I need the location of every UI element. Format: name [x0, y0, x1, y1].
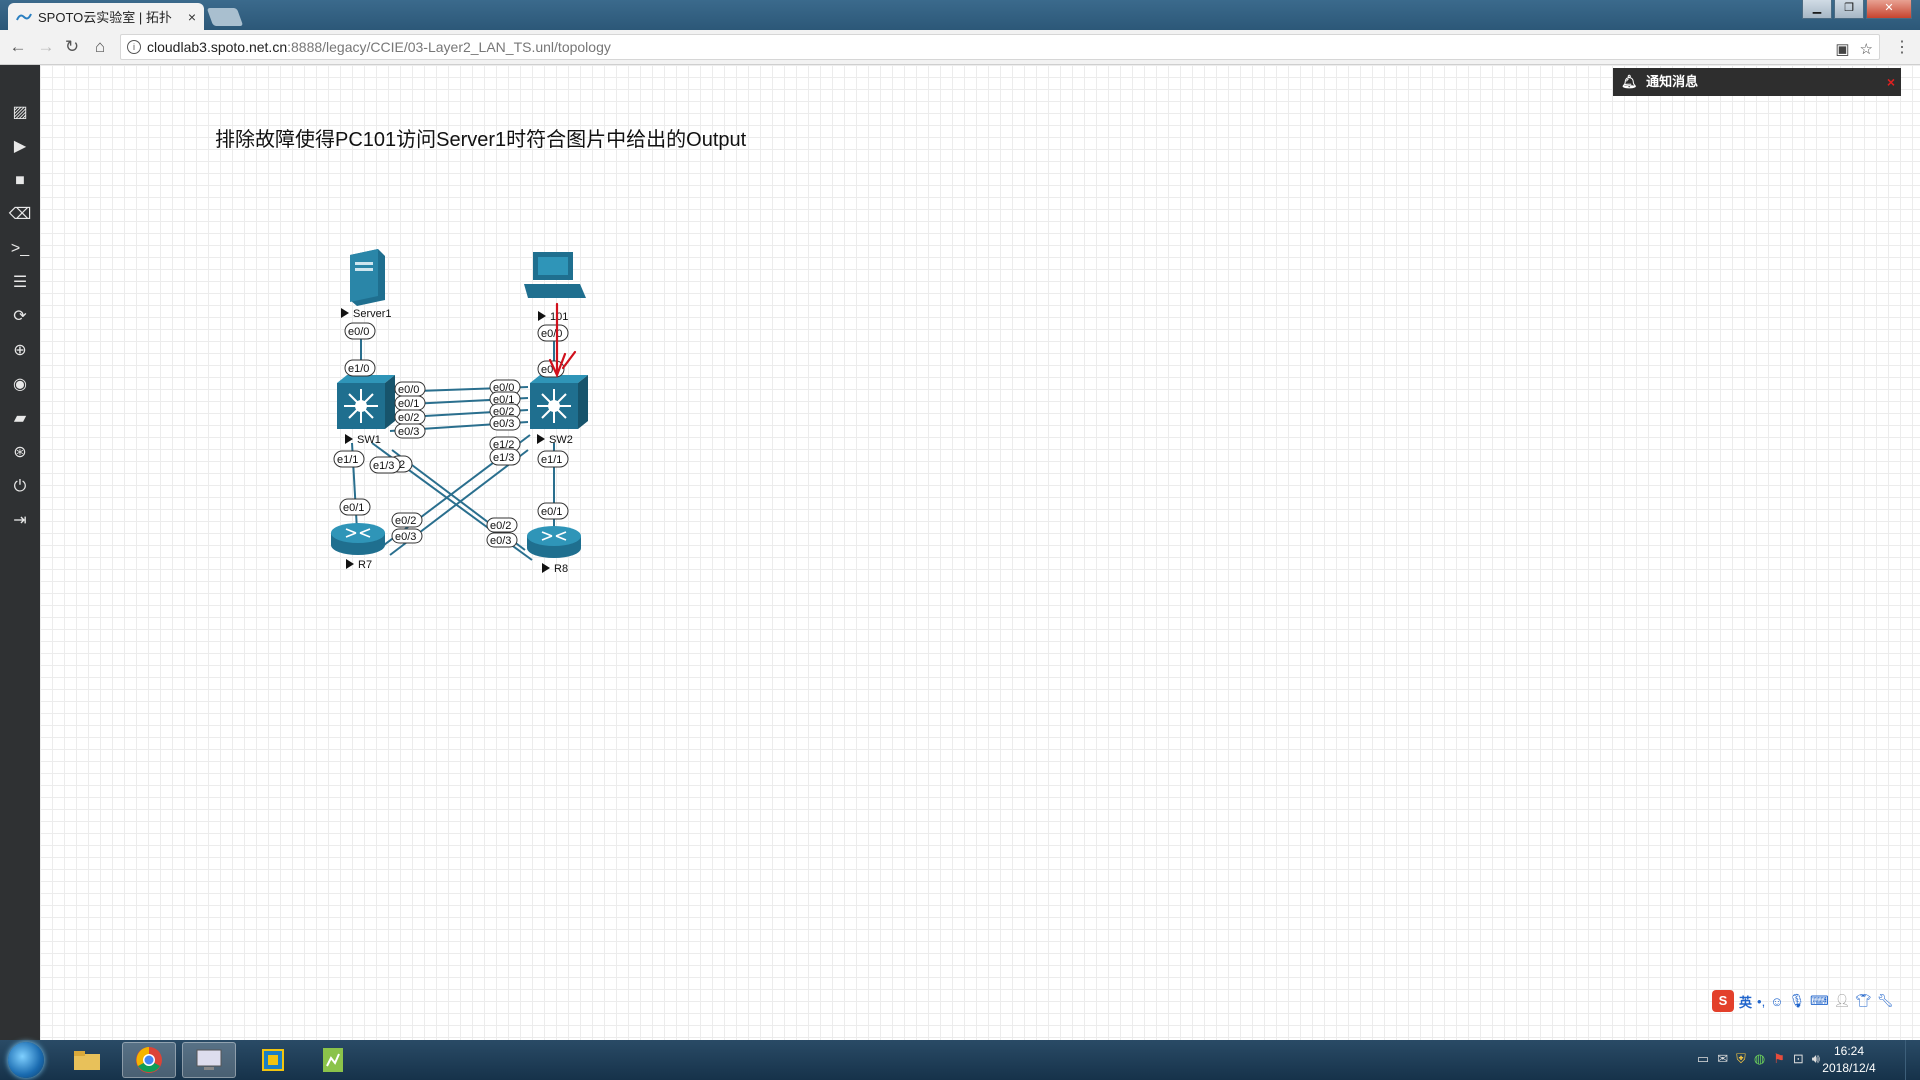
port-label: e0/1 — [493, 394, 514, 406]
port-label: e0 — [541, 364, 553, 376]
port-label: e1/1 — [541, 454, 562, 466]
mic-icon[interactable]: 🎙︎ — [1788, 993, 1805, 1009]
port-label: e1/2 — [493, 439, 514, 451]
play-marker-icon — [538, 311, 546, 321]
router-icon[interactable] — [331, 523, 385, 555]
port-label: e0/3 — [395, 531, 416, 543]
port-label: e1/0 — [348, 363, 369, 375]
windows-start-button[interactable] — [8, 1042, 44, 1078]
node-label-sw1[interactable]: SW1 — [357, 434, 381, 446]
node-label-sw2[interactable]: SW2 — [549, 434, 573, 446]
node-label-r7[interactable]: R7 — [358, 559, 372, 571]
system-clock[interactable]: 16:24 2018/12/4 — [1814, 1043, 1884, 1077]
ime-toolbar: S 英 •, ☺ 🎙︎ ⌨ 👤︎ 👕︎ 🔧︎ — [1712, 990, 1893, 1012]
show-desktop-button[interactable] — [1905, 1040, 1920, 1080]
system-tray: ▭ ✉ ⛨ ◍ ⚑ ⊡ 🔊︎ — [1697, 1051, 1820, 1067]
emoji-icon[interactable]: ☺ — [1770, 994, 1783, 1009]
keyboard-tray-icon[interactable]: ▭ — [1697, 1051, 1709, 1067]
router-icon[interactable] — [527, 526, 581, 558]
chrome-icon[interactable] — [122, 1042, 176, 1078]
user-icon[interactable]: 👤︎ — [1834, 993, 1851, 1009]
port-label: e1/3 — [373, 460, 394, 472]
clock-time: 16:24 — [1833, 1044, 1865, 1058]
port-label: e0/3 — [398, 426, 419, 438]
sogou-logo-icon[interactable]: S — [1712, 990, 1734, 1012]
pc-icon[interactable] — [524, 252, 586, 298]
play-marker-icon — [346, 559, 354, 569]
port-label: e0/1 — [398, 398, 419, 410]
port-label: e0/0 — [493, 382, 514, 394]
play-marker-icon — [341, 308, 349, 318]
port-label: e0/3 — [490, 535, 511, 547]
keyboard-icon[interactable]: ⌨ — [1810, 993, 1829, 1009]
node-label-pc101[interactable]: 101 — [550, 311, 568, 323]
play-marker-icon — [345, 434, 353, 444]
port-label: e0/2 — [395, 515, 416, 527]
shield-tray-icon[interactable]: ⛨ — [1736, 1051, 1746, 1067]
play-marker-icon — [542, 563, 550, 573]
node-label-server1[interactable]: Server1 — [353, 308, 392, 320]
port-label: e0/3 — [493, 418, 514, 430]
port-label: 2 — [399, 459, 405, 471]
switch-icon[interactable] — [337, 375, 395, 429]
punct-icon[interactable]: •, — [1757, 994, 1765, 1009]
switch-icon[interactable] — [530, 375, 588, 429]
remote-desktop-icon[interactable] — [182, 1042, 236, 1078]
network-tray-icon[interactable]: ⊡ — [1793, 1051, 1804, 1067]
flag-tray-icon[interactable]: ⚑ — [1773, 1051, 1785, 1067]
message-tray-icon[interactable]: ✉ — [1717, 1051, 1728, 1067]
clock-date: 2018/12/4 — [1822, 1061, 1876, 1075]
shirt-icon[interactable]: 👕︎ — [1855, 993, 1872, 1009]
port-label: e0/2 — [490, 520, 511, 532]
node-label-r8[interactable]: R8 — [554, 563, 568, 575]
server-icon[interactable] — [350, 249, 385, 306]
virtualbox-icon[interactable] — [246, 1042, 300, 1078]
ime-language-toggle[interactable]: 英 — [1739, 992, 1752, 1011]
port-label: e0/1 — [343, 502, 364, 514]
wrench-icon[interactable]: 🔧︎ — [1877, 993, 1894, 1009]
windows-taskbar: ▭ ✉ ⛨ ◍ ⚑ ⊡ 🔊︎ 16:24 2018/12/4 — [0, 1040, 1920, 1080]
port-label: e0/2 — [398, 412, 419, 424]
network-topology: Server1 101 SW1 SW2 R7 R8 e0/0 e0/0 e0 e… — [331, 249, 588, 575]
port-label: e0/0 — [541, 328, 562, 340]
port-label: e0/1 — [541, 506, 562, 518]
port-label: e0/0 — [348, 326, 369, 338]
play-marker-icon — [537, 434, 545, 444]
notepad-icon[interactable] — [306, 1042, 360, 1078]
port-label: e0/2 — [493, 406, 514, 418]
port-label: e0/0 — [398, 384, 419, 396]
security-tray-icon[interactable]: ◍ — [1754, 1051, 1765, 1067]
port-label: e1/1 — [337, 454, 358, 466]
explorer-icon[interactable] — [60, 1042, 114, 1078]
port-label: e1/3 — [493, 452, 514, 464]
